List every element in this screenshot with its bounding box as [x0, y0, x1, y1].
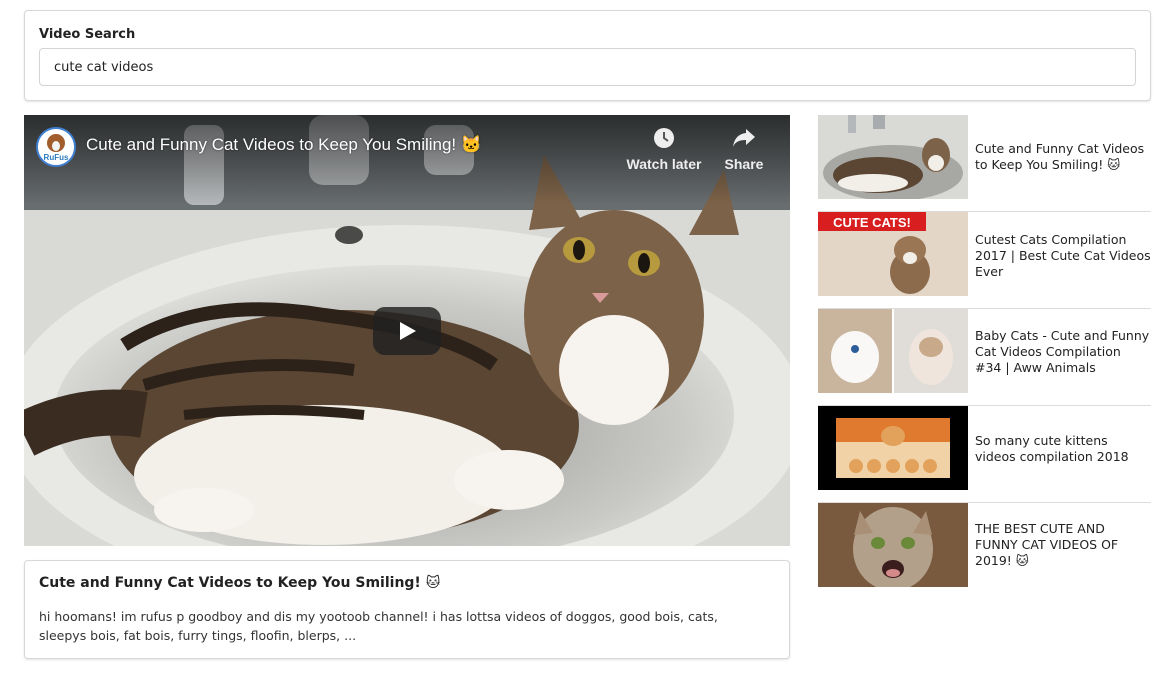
video-list-item[interactable]: Baby Cats - Cute and Funny Cat Videos Co…	[818, 309, 1151, 406]
watch-later-label: Watch later	[626, 156, 702, 172]
video-thumbnail	[818, 406, 968, 490]
share-label: Share	[724, 156, 764, 172]
video-list-item-title: So many cute kittens videos compilation …	[975, 433, 1129, 464]
play-button[interactable]	[373, 307, 441, 355]
video-detail-description: hi hoomans! im rufus p goodboy and dis m…	[39, 609, 718, 643]
video-list-item-title: Baby Cats - Cute and Funny Cat Videos Co…	[975, 328, 1150, 375]
video-list-item-title: Cutest Cats Compilation 2017 | Best Cute…	[975, 232, 1151, 279]
share-arrow-icon	[720, 127, 768, 152]
search-label: Video Search	[39, 27, 136, 42]
video-thumbnail: CUTE CATS!	[818, 212, 968, 296]
video-list-item-title: THE BEST CUTE AND FUNNY CAT VIDEOS OF 20…	[975, 521, 1119, 568]
share-button[interactable]: Share	[720, 127, 768, 172]
video-detail-card: Cute and Funny Cat Videos to Keep You Sm…	[24, 560, 790, 659]
search-card: Video Search	[24, 10, 1151, 101]
video-list-item[interactable]: THE BEST CUTE AND FUNNY CAT VIDEOS OF 20…	[818, 503, 1151, 600]
video-thumbnail	[818, 115, 968, 199]
watch-later-button[interactable]: Watch later	[624, 127, 704, 172]
video-player[interactable]: RuFus Cute and Funny Cat Videos to Keep …	[24, 115, 790, 546]
search-input[interactable]	[39, 48, 1136, 86]
clock-icon	[624, 127, 704, 152]
video-thumbnail	[818, 503, 968, 587]
play-icon	[400, 322, 416, 340]
video-list-item-title: Cute and Funny Cat Videos to Keep You Sm…	[975, 141, 1145, 172]
video-list-item[interactable]: CUTE CATS! Cutest Cats Compilation 2017 …	[818, 212, 1151, 309]
player-title[interactable]: Cute and Funny Cat Videos to Keep You Sm…	[86, 135, 482, 155]
video-list-item[interactable]: So many cute kittens videos compilation …	[818, 406, 1151, 503]
channel-avatar[interactable]: RuFus	[36, 127, 76, 167]
svg-text:RuFus: RuFus	[44, 153, 69, 162]
thumbnail-banner-text: CUTE CATS!	[833, 215, 911, 230]
video-thumbnail	[818, 309, 968, 393]
video-detail-title: Cute and Funny Cat Videos to Keep You Sm…	[39, 575, 441, 591]
video-list-item[interactable]: Cute and Funny Cat Videos to Keep You Sm…	[818, 115, 1151, 212]
